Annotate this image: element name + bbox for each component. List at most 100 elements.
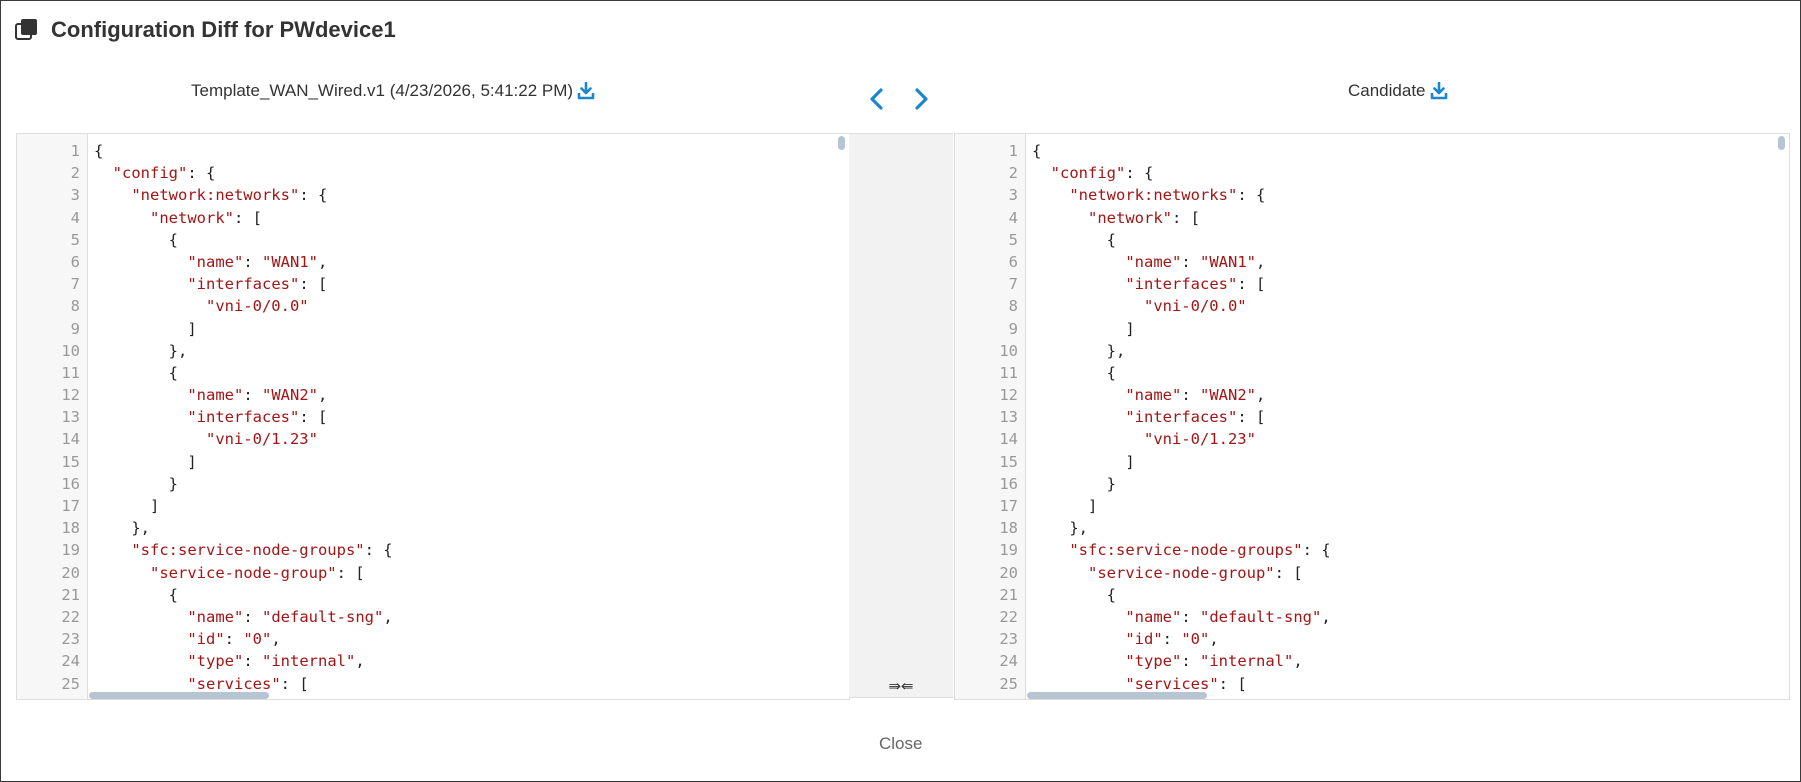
- code-line: 13 "interfaces": [: [17, 406, 393, 428]
- download-icon[interactable]: [1430, 82, 1448, 100]
- code-text: {: [94, 585, 178, 604]
- code-text: "name": "default-sng",: [1125, 607, 1331, 626]
- copy-stack-icon: [15, 19, 37, 40]
- line-number: 18: [999, 519, 1018, 538]
- line-number: 15: [61, 452, 80, 471]
- code-line: 20 "service-node-group": [: [955, 562, 1331, 584]
- code-line: 19 "sfc:service-node-groups": {: [17, 539, 393, 561]
- line-number: 4: [1008, 208, 1018, 227]
- line-number: 13: [61, 408, 80, 427]
- code-line: 19 "sfc:service-node-groups": {: [955, 539, 1331, 561]
- code-line: 6 "name": "WAN1",: [17, 251, 393, 273]
- left-vertical-scrollbar[interactable]: [838, 136, 845, 150]
- code-line: 22 "name": "default-sng",: [955, 606, 1331, 628]
- code-line: 6 "name": "WAN1",: [955, 251, 1331, 273]
- dialog-title: Configuration Diff for PWdevice1: [51, 17, 396, 42]
- line-number: 7: [1008, 275, 1018, 294]
- code-line: 4 "network": [: [17, 207, 393, 229]
- line-number: 1: [70, 142, 80, 160]
- code-text: "vni-0/1.23": [1143, 430, 1256, 449]
- code-line: 17 ]: [955, 495, 1331, 517]
- merge-arrows-button[interactable]: ⇛⇚: [849, 677, 953, 695]
- right-horizontal-scrollbar[interactable]: [1027, 692, 1207, 699]
- code-line: 10 },: [17, 340, 393, 362]
- code-text: ]: [1032, 497, 1098, 515]
- code-line: 15 ]: [17, 451, 393, 473]
- left-code-editor[interactable]: 1 {2 "config": {3 "network:networks": {4 …: [16, 133, 850, 700]
- line-number: 4: [70, 208, 80, 227]
- code-line: 5 {: [17, 229, 393, 251]
- diff-gap: ⇛⇚: [849, 133, 953, 698]
- line-number: 6: [70, 252, 80, 271]
- code-text: "name": "WAN2",: [1125, 386, 1266, 405]
- line-number: 21: [999, 585, 1018, 604]
- code-text: "vni-0/0.0": [205, 297, 309, 316]
- code-line: 20 "service-node-group": [: [17, 562, 393, 584]
- code-text: }: [94, 474, 178, 493]
- line-number: 9: [70, 319, 80, 338]
- code-text: "vni-0/0.0": [1143, 297, 1247, 316]
- code-text: ]: [1032, 452, 1135, 471]
- code-line: 2 "config": {: [17, 162, 393, 184]
- line-number: 13: [999, 408, 1018, 427]
- code-line: 4 "network": [: [955, 207, 1331, 229]
- line-number: 6: [1008, 252, 1018, 271]
- code-line: 3 "network:networks": {: [955, 184, 1331, 206]
- download-icon[interactable]: [577, 82, 595, 100]
- code-text: {: [1032, 585, 1116, 604]
- code-text: },: [1032, 519, 1088, 538]
- line-number: 24: [999, 652, 1018, 671]
- code-line: 24 "type": "internal",: [17, 650, 393, 672]
- code-line: 3 "network:networks": {: [17, 184, 393, 206]
- code-text: "name": "default-sng",: [187, 607, 393, 626]
- line-number: 12: [61, 386, 80, 405]
- line-number: 5: [1008, 230, 1018, 249]
- line-number: 8: [1008, 297, 1018, 316]
- code-text: "interfaces": [: [1125, 275, 1266, 294]
- right-vertical-scrollbar[interactable]: [1778, 136, 1785, 150]
- previous-diff-button[interactable]: [863, 85, 889, 113]
- line-number: 19: [999, 541, 1018, 560]
- line-number: 17: [999, 497, 1018, 515]
- line-number: 12: [999, 386, 1018, 405]
- code-line: 16 }: [17, 473, 393, 495]
- code-text: }: [1032, 474, 1116, 493]
- line-number: 22: [61, 607, 80, 626]
- line-number: 23: [61, 630, 80, 649]
- line-number: 16: [999, 474, 1018, 493]
- line-number: 23: [999, 630, 1018, 649]
- line-number: 22: [999, 607, 1018, 626]
- right-file-label: Candidate: [1348, 81, 1426, 100]
- code-line: 8 "vni-0/0.0": [17, 295, 393, 317]
- line-number: 3: [70, 186, 80, 205]
- code-line: 23 "id": "0",: [955, 628, 1331, 650]
- close-button[interactable]: Close: [879, 734, 922, 754]
- code-text: "name": "WAN1",: [187, 252, 328, 271]
- code-text: "config": {: [112, 164, 216, 183]
- line-number: 20: [999, 563, 1018, 582]
- code-line: 18 },: [17, 517, 393, 539]
- code-text: ]: [94, 452, 197, 471]
- right-code-editor[interactable]: 1{2 "config": {3 "network:networks": {4 …: [954, 133, 1790, 700]
- code-line: 14 "vni-0/1.23": [17, 428, 393, 450]
- code-line: 21 {: [17, 584, 393, 606]
- right-code-lines: 1{2 "config": {3 "network:networks": {4 …: [955, 140, 1331, 695]
- code-line: 13 "interfaces": [: [955, 406, 1331, 428]
- code-text: },: [1032, 341, 1126, 360]
- code-line: 11 {: [17, 362, 393, 384]
- line-number: 10: [61, 341, 80, 360]
- code-line: 1{: [955, 140, 1331, 162]
- next-diff-button[interactable]: [909, 85, 935, 113]
- code-text: "type": "internal",: [1125, 652, 1303, 671]
- code-text: {: [1032, 363, 1116, 382]
- line-number: 18: [61, 519, 80, 538]
- code-text: "service-node-group": [: [1088, 563, 1303, 582]
- line-number: 20: [61, 563, 80, 582]
- line-number: 3: [1008, 186, 1018, 205]
- left-file-header: Template_WAN_Wired.v1 (4/23/2026, 5:41:2…: [191, 81, 595, 101]
- code-text: "vni-0/1.23": [205, 430, 318, 449]
- left-horizontal-scrollbar[interactable]: [89, 692, 269, 699]
- code-text: "sfc:service-node-groups": {: [131, 541, 393, 560]
- line-number: 19: [61, 541, 80, 560]
- line-number: 2: [1008, 164, 1018, 183]
